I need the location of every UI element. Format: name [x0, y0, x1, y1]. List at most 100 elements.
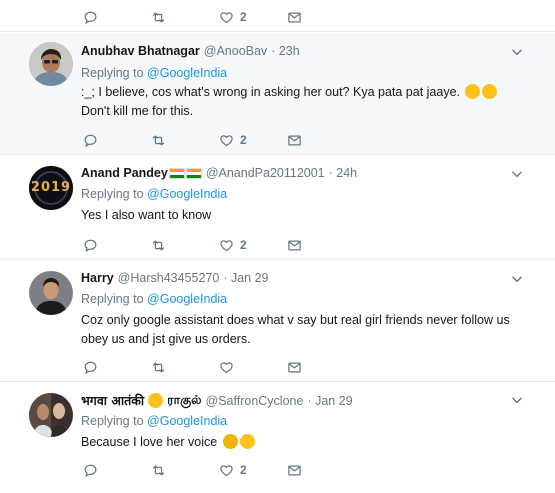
user-handle[interactable]: @SaffronCyclone: [206, 394, 304, 408]
reply-icon: [83, 360, 98, 375]
action-bar: 2: [83, 131, 355, 149]
display-name[interactable]: भगवा आतंकी: [81, 392, 144, 409]
envelope-icon: [287, 133, 302, 148]
direct-message-button[interactable]: [287, 133, 355, 148]
like-button[interactable]: 2: [219, 10, 287, 25]
avatar-image: [29, 42, 73, 86]
avatar-image: [29, 393, 73, 437]
avatar[interactable]: [29, 42, 73, 86]
tweet-text-line: Coz only google assistant does what v sa…: [81, 313, 510, 327]
tweet-text-line: Yes I also want to know: [81, 208, 212, 222]
timestamp[interactable]: · 23h: [271, 44, 300, 58]
retweet-button[interactable]: [151, 463, 219, 478]
user-handle[interactable]: @AnandPa20112001: [206, 166, 325, 180]
timestamp[interactable]: · 24h: [329, 166, 358, 180]
direct-message-button[interactable]: [287, 10, 355, 25]
chevron-down-icon[interactable]: [510, 45, 524, 59]
like-button[interactable]: [219, 360, 287, 375]
retweet-icon: [151, 133, 166, 148]
confused-emoji: [222, 434, 238, 449]
sunglasses-emoji: [148, 393, 164, 408]
heart-icon: [219, 10, 234, 25]
like-button[interactable]: 2: [219, 133, 287, 148]
heart-icon: [219, 133, 234, 148]
tweet[interactable]: भगवा आतंकी ராகுல் @SaffronCyclone · Jan …: [0, 383, 555, 493]
retweet-icon: [151, 463, 166, 478]
mention-link[interactable]: @GoogleIndia: [147, 66, 227, 80]
tweet-text-line: obey us and jst give us orders.: [81, 332, 251, 346]
user-handle[interactable]: @Harsh43455270: [118, 271, 220, 285]
action-bar: 2: [83, 461, 355, 479]
like-button[interactable]: 2: [219, 463, 287, 478]
reply-button[interactable]: [83, 238, 151, 253]
timestamp[interactable]: · Jan 29: [307, 394, 352, 408]
retweet-button[interactable]: [151, 133, 219, 148]
action-bar: 2: [83, 236, 355, 254]
india-flag-emoji: [168, 167, 185, 179]
reply-icon: [83, 238, 98, 253]
display-name[interactable]: Harry: [81, 271, 114, 285]
chevron-down-icon[interactable]: [510, 393, 524, 407]
avatar[interactable]: [29, 271, 73, 315]
action-bar: 2: [83, 8, 355, 26]
envelope-icon: [287, 238, 302, 253]
avatar[interactable]: [29, 393, 73, 437]
tweet[interactable]: 2019 Anand Pandey @AnandPa20112001 · 24h…: [0, 156, 555, 260]
reply-icon: [83, 10, 98, 25]
tweet-text-line: Don't kill me for this.: [81, 104, 194, 118]
like-button[interactable]: 2: [219, 238, 287, 253]
laughing-tears-emoji: [465, 84, 481, 99]
retweet-icon: [151, 360, 166, 375]
direct-message-button[interactable]: [287, 238, 355, 253]
display-name[interactable]: Anand Pandey: [81, 166, 168, 180]
user-handle[interactable]: @AnooBav: [204, 44, 267, 58]
avatar-text: 2019: [30, 180, 72, 195]
tweet[interactable]: Anubhav Bhatnagar @AnooBav · 23h Replyin…: [0, 33, 555, 155]
retweet-button[interactable]: [151, 238, 219, 253]
like-count: 2: [240, 133, 247, 147]
like-count: 2: [240, 238, 247, 252]
tweet-header: Anand Pandey @AnandPa20112001 · 24h: [81, 166, 357, 180]
replying-label: Replying to: [81, 66, 144, 80]
reply-button[interactable]: [83, 360, 151, 375]
replying-to: Replying to @GoogleIndia: [81, 187, 227, 201]
chevron-down-icon[interactable]: [510, 272, 524, 286]
envelope-icon: [287, 10, 302, 25]
chevron-down-icon[interactable]: [510, 167, 524, 181]
tweet[interactable]: Harry @Harsh43455270 · Jan 29 Replying t…: [0, 261, 555, 382]
heart-icon: [219, 360, 234, 375]
replying-to: Replying to @GoogleIndia: [81, 414, 227, 428]
laughing-tears-emoji: [482, 84, 498, 99]
replying-label: Replying to: [81, 292, 144, 306]
tweet-header: भगवा आतंकी ராகுல் @SaffronCyclone · Jan …: [81, 392, 353, 409]
action-bar: [83, 358, 355, 376]
reply-button[interactable]: [83, 133, 151, 148]
like-count: 2: [240, 10, 247, 24]
retweet-button[interactable]: [151, 360, 219, 375]
tweet-header: Harry @Harsh43455270 · Jan 29: [81, 271, 269, 285]
timestamp[interactable]: · Jan 29: [223, 271, 268, 285]
reply-button[interactable]: [83, 10, 151, 25]
envelope-icon: [287, 463, 302, 478]
display-name[interactable]: Anubhav Bhatnagar: [81, 44, 200, 58]
replying-label: Replying to: [81, 414, 144, 428]
tweet-text-line: Because I love her voice: [81, 435, 218, 449]
display-name-suffix[interactable]: ராகுல்: [167, 392, 201, 409]
direct-message-button[interactable]: [287, 463, 355, 478]
tweet-header: Anubhav Bhatnagar @AnooBav · 23h: [81, 44, 300, 58]
mention-link[interactable]: @GoogleIndia: [147, 414, 227, 428]
heart-icon: [219, 463, 234, 478]
direct-message-button[interactable]: [287, 360, 355, 375]
reply-button[interactable]: [83, 463, 151, 478]
india-flag-emoji: [185, 167, 202, 179]
tweet-text: Because I love her voice: [81, 433, 521, 452]
mention-link[interactable]: @GoogleIndia: [147, 292, 227, 306]
replying-to: Replying to @GoogleIndia: [81, 66, 227, 80]
mention-link[interactable]: @GoogleIndia: [147, 187, 227, 201]
heart-icon: [219, 238, 234, 253]
avatar-image: [29, 271, 73, 315]
tweet-text: :_; I believe, cos what's wrong in askin…: [81, 83, 521, 121]
reply-icon: [83, 133, 98, 148]
avatar[interactable]: 2019: [29, 166, 73, 210]
retweet-button[interactable]: [151, 10, 219, 25]
